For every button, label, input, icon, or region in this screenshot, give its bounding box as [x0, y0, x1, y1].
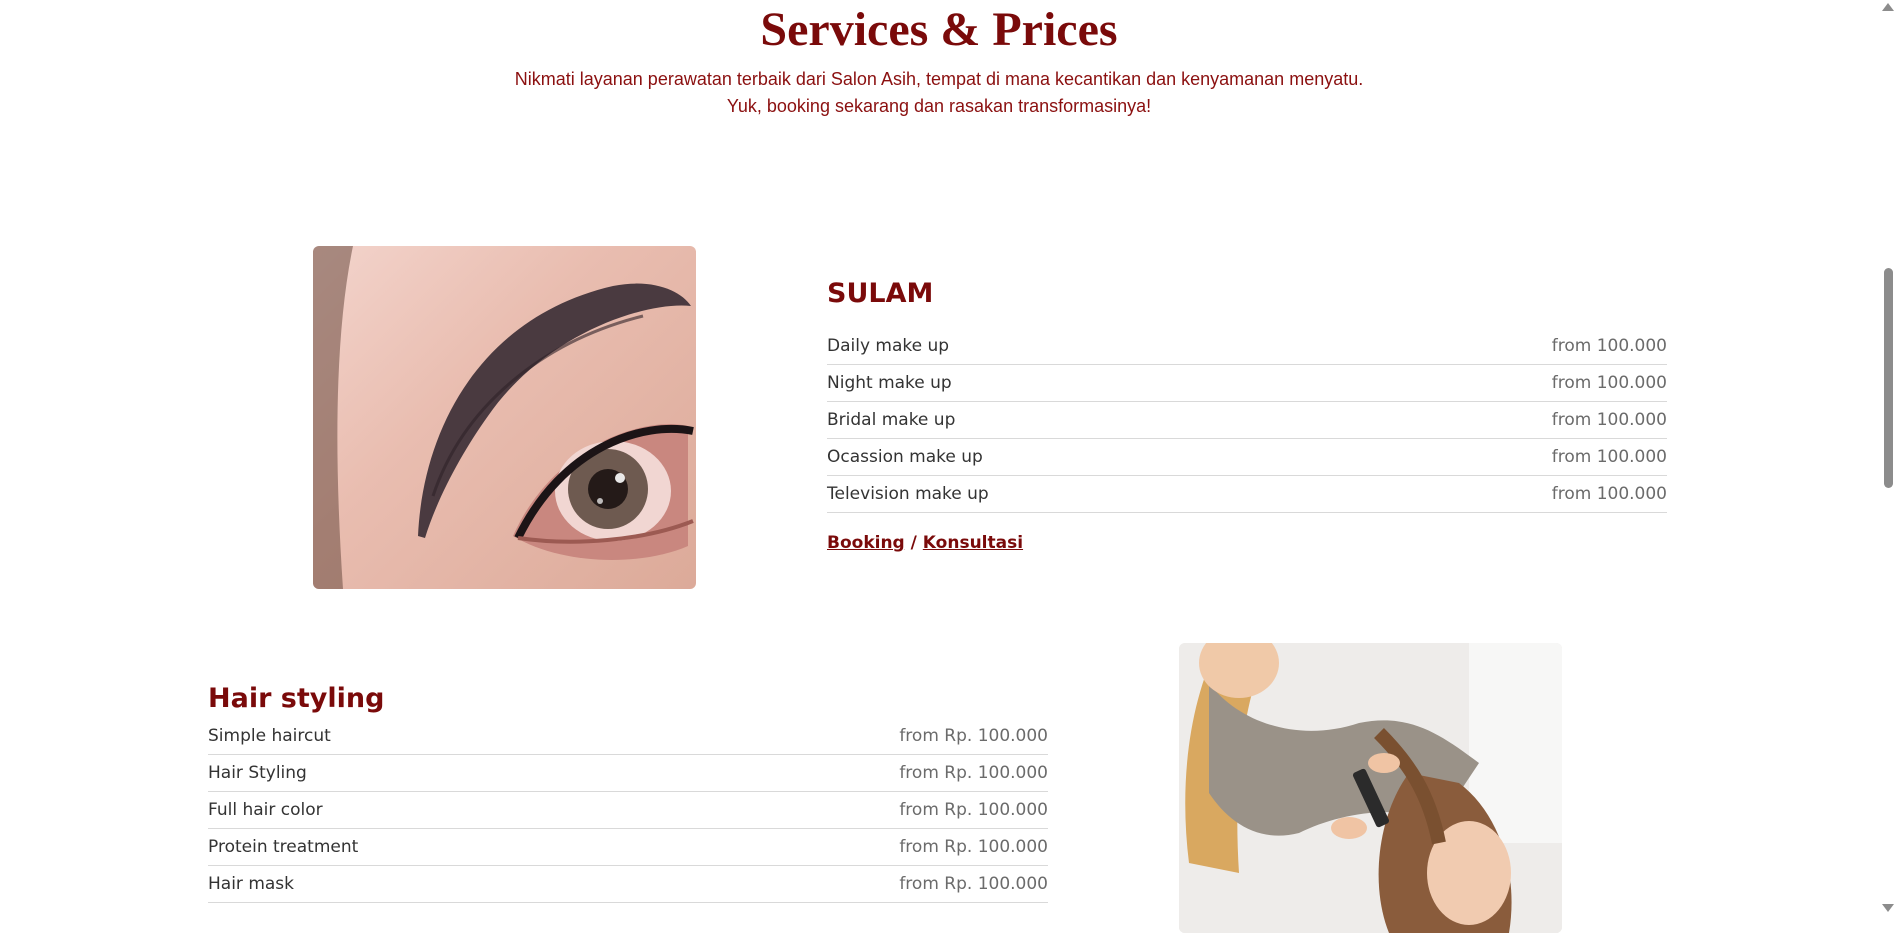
list-item: Night make up from 100.000 [827, 365, 1667, 402]
list-item: Simple haircut from Rp. 100.000 [208, 718, 1048, 755]
service-price: from Rp. 100.000 [899, 800, 1048, 820]
service-name: Daily make up [827, 336, 950, 356]
subtitle-line-1: Nikmati layanan perawatan terbaik dari S… [514, 69, 1364, 89]
service-price: from 100.000 [1551, 484, 1667, 504]
service-name: Protein treatment [208, 837, 359, 857]
service-name: Simple haircut [208, 726, 331, 746]
booking-link[interactable]: Booking [827, 533, 905, 553]
cta-links: Booking / Konsultasi [827, 533, 1023, 553]
list-item: Television make up from 100.000 [827, 476, 1667, 513]
page-title: Services & Prices [760, 3, 1118, 56]
service-name: Full hair color [208, 800, 323, 820]
list-item: Full hair color from Rp. 100.000 [208, 792, 1048, 829]
hair-price-list: Simple haircut from Rp. 100.000 Hair Sty… [208, 718, 1048, 903]
service-price: from 100.000 [1551, 410, 1667, 430]
hair-styling-illustration [1179, 643, 1562, 933]
list-item: Hair Styling from Rp. 100.000 [208, 755, 1048, 792]
vertical-scrollbar[interactable] [1878, 0, 1898, 921]
eyebrow-illustration [313, 246, 694, 589]
page-subtitle: Nikmati layanan perawatan terbaik dari S… [0, 66, 1878, 120]
service-price: from Rp. 100.000 [899, 726, 1048, 746]
section-heading-sulam: SULAM [827, 278, 934, 309]
list-item: Ocassion make up from 100.000 [827, 439, 1667, 476]
list-item: Hair mask from Rp. 100.000 [208, 866, 1048, 903]
service-name: Bridal make up [827, 410, 956, 430]
scroll-down-arrow-icon[interactable] [1882, 904, 1894, 912]
services-page: Services & Prices Nikmati layanan perawa… [0, 0, 1878, 933]
service-name: Hair Styling [208, 763, 307, 783]
service-name: Television make up [827, 484, 989, 504]
service-name: Night make up [827, 373, 952, 393]
service-price: from 100.000 [1551, 336, 1667, 356]
list-item: Protein treatment from Rp. 100.000 [208, 829, 1048, 866]
scroll-thumb[interactable] [1884, 268, 1893, 488]
sulam-price-list: Daily make up from 100.000 Night make up… [827, 328, 1667, 513]
service-price: from Rp. 100.000 [899, 763, 1048, 783]
list-item: Daily make up from 100.000 [827, 328, 1667, 365]
list-item: Bridal make up from 100.000 [827, 402, 1667, 439]
section-heading-hair-styling: Hair styling [208, 683, 385, 714]
service-price: from Rp. 100.000 [899, 837, 1048, 857]
service-price: from 100.000 [1551, 373, 1667, 393]
scroll-up-arrow-icon[interactable] [1882, 3, 1894, 11]
service-price: from Rp. 100.000 [899, 874, 1048, 894]
cta-separator: / [910, 533, 917, 553]
service-price: from 100.000 [1551, 447, 1667, 467]
eyebrow-photo [313, 246, 696, 589]
hair-styling-photo [1179, 643, 1562, 933]
subtitle-line-2: Yuk, booking sekarang dan rasakan transf… [726, 96, 1152, 116]
service-name: Hair mask [208, 874, 294, 894]
service-name: Ocassion make up [827, 447, 983, 467]
consultation-link[interactable]: Konsultasi [923, 533, 1023, 553]
